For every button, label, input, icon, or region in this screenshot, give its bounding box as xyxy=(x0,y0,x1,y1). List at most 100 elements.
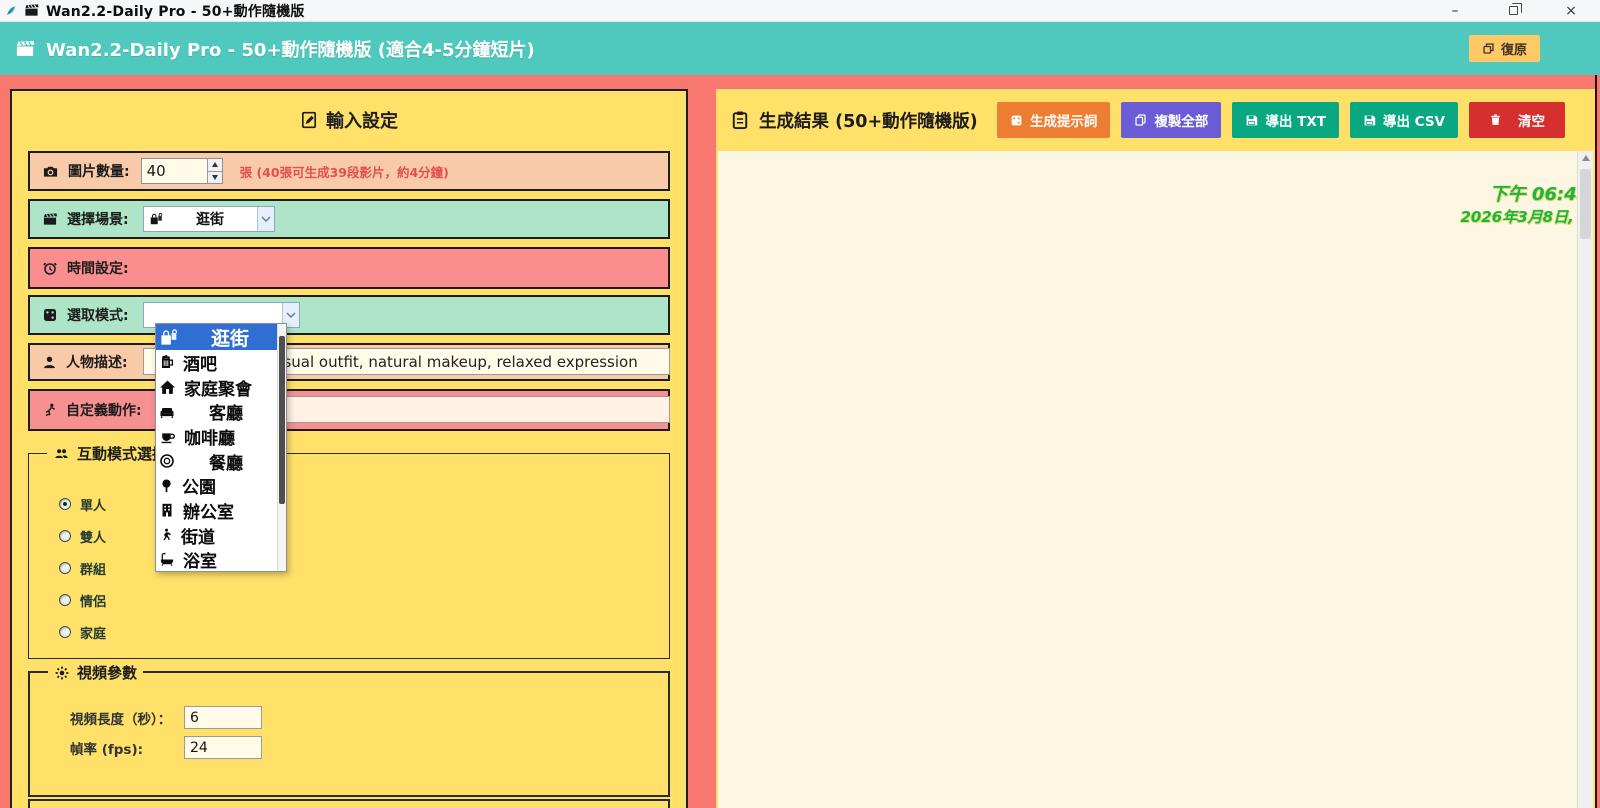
scene-option-bar[interactable]: 酒吧 xyxy=(156,350,286,375)
radio-option-family[interactable]: 家庭 xyxy=(59,622,106,642)
radio-label: 情侶 xyxy=(80,594,107,610)
close-button[interactable]: × xyxy=(1542,0,1600,22)
dropdown-scrollbar-thumb[interactable] xyxy=(278,336,285,504)
tree-icon xyxy=(159,478,174,494)
app-window: Wan2.2-Daily Pro - 50+動作隨機版 – × Wan2.2-D… xyxy=(0,0,1600,808)
results-header: 生成結果 (50+動作隨機版) 生成提示詞 複製全部 導出 TXT 導出 CSV… xyxy=(716,89,1595,151)
scene-option-restaurant[interactable]: 餐廳 xyxy=(156,449,286,474)
bathtub-icon xyxy=(159,552,175,567)
clapperboard-icon xyxy=(23,3,40,18)
timestamp-date: 2026年3月8日, 星期 xyxy=(1460,208,1593,227)
scene-option-office[interactable]: 辦公室 xyxy=(156,498,286,523)
input-panel-title-text: 輸入設定 xyxy=(326,111,398,132)
radio-icon xyxy=(59,626,71,638)
spin-down-button[interactable] xyxy=(207,170,222,183)
radio-option-couple[interactable]: 情侶 xyxy=(59,590,106,610)
chevron-down-icon xyxy=(286,312,296,318)
scene-option-label: 公園 xyxy=(182,478,216,499)
plate-icon xyxy=(159,453,175,469)
radio-icon xyxy=(59,530,71,542)
custom-action-label: 自定義動作: xyxy=(66,403,142,419)
window-title: Wan2.2-Daily Pro - 50+動作隨機版 xyxy=(46,3,305,20)
combobox-arrow-button[interactable] xyxy=(257,207,274,231)
up-arrow-icon xyxy=(211,162,218,168)
app-header: Wan2.2-Daily Pro - 50+動作隨機版 (適合4-5分鐘短片) … xyxy=(0,22,1600,75)
results-toolbar: 生成提示詞 複製全部 導出 TXT 導出 CSV 清空 xyxy=(996,102,1565,138)
window-right-frame xyxy=(1595,75,1600,808)
timestamp-time: 下午 06:45:4 xyxy=(1489,184,1593,205)
scene-option-living-room[interactable]: 客廳 xyxy=(156,399,286,424)
video-length-label: 視頻長度（秒）： xyxy=(70,711,172,728)
timestamp: 下午 06:45:4 2026年3月8日, 星期 xyxy=(1460,183,1593,228)
dropdown-scrollbar[interactable] xyxy=(277,324,286,571)
results-panel: 生成結果 (50+動作隨機版) 生成提示詞 複製全部 導出 TXT 導出 CSV… xyxy=(716,89,1595,808)
shopping-bags-icon xyxy=(159,328,178,347)
gear-icon xyxy=(54,665,70,681)
clipboard-icon xyxy=(730,110,750,130)
clear-button[interactable]: 清空 xyxy=(1469,102,1565,138)
spinner-buttons xyxy=(206,159,222,183)
scene-option-cafe[interactable]: 咖啡廳 xyxy=(156,424,286,449)
export-txt-button[interactable]: 導出 TXT xyxy=(1232,102,1339,138)
next-section-stub xyxy=(28,799,670,808)
spin-up-button[interactable] xyxy=(207,159,222,171)
down-arrow-icon xyxy=(211,174,218,180)
scene-option-family-gathering[interactable]: 家庭聚會 xyxy=(156,375,286,400)
image-count-row: 圖片數量: 張 (40張可生成39段影片，約4分鐘) xyxy=(28,151,670,191)
scene-option-street[interactable]: 街道 xyxy=(156,523,286,548)
couch-icon xyxy=(159,404,175,420)
coffee-cup-icon xyxy=(159,428,176,445)
interaction-mode-title: 互動模式選擇 xyxy=(77,445,168,463)
scene-option-shopping[interactable]: 逛街 xyxy=(156,324,286,350)
scene-option-label: 辦公室 xyxy=(183,502,234,523)
app-header-title: Wan2.2-Daily Pro - 50+動作隨機版 (適合4-5分鐘短片) xyxy=(46,39,535,61)
restore-button[interactable]: 復原 xyxy=(1468,35,1540,62)
restore-button-label: 復原 xyxy=(1500,43,1527,58)
window-controls: – × xyxy=(1426,0,1600,22)
scrollbar-thumb[interactable] xyxy=(1580,169,1591,239)
scene-option-park[interactable]: 公園 xyxy=(156,473,286,498)
scene-option-bathroom[interactable]: 浴室 xyxy=(156,548,286,572)
scene-combobox-value: 逛街 xyxy=(196,212,224,228)
image-count-input[interactable] xyxy=(141,159,207,183)
copy-all-button[interactable]: 複製全部 xyxy=(1121,102,1222,138)
radio-label: 單人 xyxy=(80,498,107,514)
fps-field: 幀率 (fps): xyxy=(70,736,262,759)
scene-select-label: 選擇場景: xyxy=(67,212,129,228)
scene-combobox[interactable]: 逛街 xyxy=(143,206,275,232)
generate-prompts-button[interactable]: 生成提示詞 xyxy=(996,102,1111,138)
radio-option-group[interactable]: 群組 xyxy=(59,558,106,578)
video-length-input[interactable] xyxy=(184,706,262,729)
scene-option-label: 家庭聚會 xyxy=(184,379,252,400)
radio-option-double[interactable]: 雙人 xyxy=(59,526,106,546)
copy-icon xyxy=(1134,113,1147,127)
time-setting-row: 時間設定: xyxy=(28,247,670,289)
radio-icon xyxy=(59,594,71,606)
fps-label: 幀率 (fps): xyxy=(70,741,144,758)
scrollbar-up-button[interactable] xyxy=(1578,155,1593,161)
scene-option-label: 浴室 xyxy=(183,552,217,572)
input-settings-panel: 輸入設定 圖片數量: 張 (40張可生成39段影片，約4分鐘) 選擇場景: xyxy=(10,89,688,808)
radio-label: 雙人 xyxy=(80,530,107,546)
dancer-icon xyxy=(42,402,57,418)
video-length-field: 視頻長度（秒）： xyxy=(70,706,262,729)
camera-icon xyxy=(42,164,59,179)
export-csv-button[interactable]: 導出 CSV xyxy=(1349,102,1458,138)
radio-option-single[interactable]: 單人 xyxy=(59,494,106,514)
button-label: 導出 CSV xyxy=(1382,114,1445,130)
minimize-button[interactable]: – xyxy=(1426,0,1484,22)
image-count-note: 張 (40張可生成39段影片，約4分鐘) xyxy=(239,164,449,180)
office-building-icon xyxy=(159,502,175,518)
results-title: 生成結果 (50+動作隨機版) xyxy=(759,111,978,132)
image-count-spinner xyxy=(140,158,223,184)
person-desc-label: 人物描述: xyxy=(66,355,128,371)
results-scrollbar[interactable] xyxy=(1577,151,1593,808)
video-params-section: 視頻參數 視頻長度（秒）： 幀率 (fps): xyxy=(28,662,670,797)
chevron-down-icon xyxy=(261,216,271,222)
alarm-clock-icon xyxy=(42,260,58,276)
maximize-restore-button[interactable] xyxy=(1484,0,1542,22)
fps-input[interactable] xyxy=(184,736,262,759)
trash-icon xyxy=(1489,113,1502,127)
shopping-bags-icon xyxy=(149,212,163,226)
scene-option-label: 街道 xyxy=(181,527,215,548)
